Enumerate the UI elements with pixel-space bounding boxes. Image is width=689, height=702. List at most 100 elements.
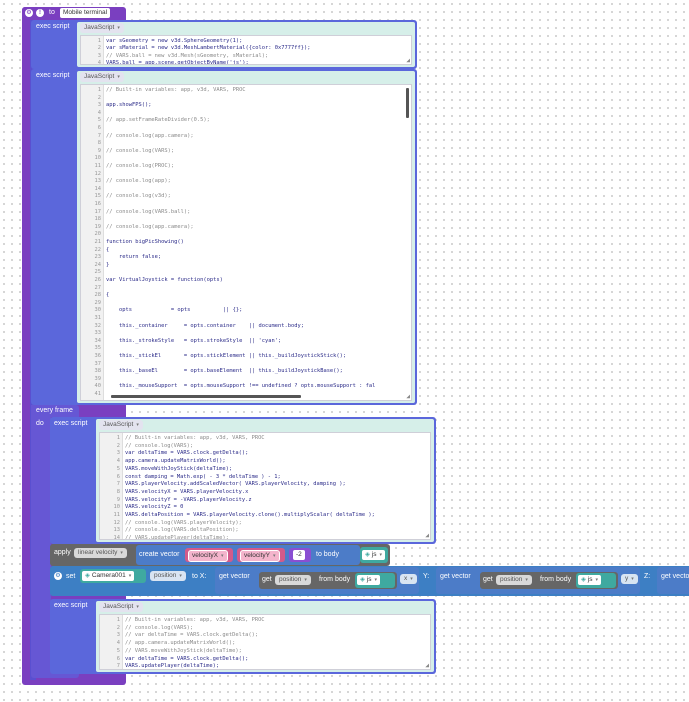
chevron-down-icon: ▾ [128, 573, 132, 579]
exec-script-block-1[interactable]: exec script JavaScript ▾ 1 var sGeometry =… [31, 20, 417, 69]
z-label: Z: [644, 573, 651, 580]
cube-icon: ◈ [85, 572, 90, 579]
set-position-block[interactable]: ⚙ set ◈ Camera001 ▾ position ▾ to X: get v… [50, 566, 689, 596]
apply-type-dropdown[interactable]: linear velocity ▾ [74, 548, 127, 558]
create-vector-label: create vector [139, 551, 180, 558]
exec-script-label: exec script [54, 602, 88, 609]
body-object-block[interactable]: ◈ js ▾ [360, 547, 388, 563]
cube-icon: ◈ [581, 576, 586, 583]
chevron-down-icon: ▾ [179, 573, 182, 579]
script-editor-container: JavaScript ▾ 1 var sGeometry = new v3d.Sph… [77, 22, 415, 67]
body-object-block[interactable]: ◈ js ▾ [355, 573, 395, 588]
resize-handle-icon[interactable]: ◢ [406, 393, 410, 400]
vertical-scrollbar[interactable] [406, 88, 409, 118]
body-object-value: js [587, 576, 593, 583]
from-body-label: from body [319, 576, 351, 583]
object-field[interactable]: ◈ Camera001 ▾ [82, 571, 135, 581]
get-vector-label: get vector [219, 573, 250, 580]
object-value: Camera001 [91, 572, 126, 579]
variable-y-field[interactable]: velocityY ▾ [240, 550, 280, 562]
language-label: JavaScript [84, 73, 115, 80]
code-line: 7 VARS.updatePlayer(deltaTime); [100, 662, 430, 669]
language-dropdown[interactable]: JavaScript ▾ [99, 602, 143, 612]
exec-script-block-2[interactable]: exec script JavaScript ▾ 1// Built-in var… [31, 69, 417, 405]
info-icon[interactable]: ! [36, 9, 44, 17]
apply-label: apply [54, 549, 71, 556]
code-editor[interactable]: 1// Built-in variables: app, v3d, VARS, … [99, 432, 431, 540]
chevron-down-icon: ▾ [374, 577, 378, 583]
settings-gear-icon[interactable]: ⚙ [25, 9, 33, 17]
chevron-down-icon: ▾ [273, 553, 276, 559]
number-block[interactable]: -2 [289, 548, 311, 562]
exec-script-label: exec script [54, 420, 88, 427]
chevron-down-icon: ▾ [117, 74, 120, 80]
get-property-value: position [500, 576, 523, 583]
gear-icon[interactable]: ⚙ [54, 572, 62, 580]
get-vector-z-block[interactable]: get vector [657, 567, 689, 594]
chevron-down-icon: ▾ [525, 577, 528, 583]
chevron-down-icon: ▾ [120, 550, 123, 556]
component-x-dropdown[interactable]: x ▾ [400, 574, 417, 584]
get-position-block[interactable]: get position ▾ from body ◈ js ▾ [480, 572, 618, 589]
horizontal-scrollbar[interactable] [111, 395, 301, 398]
get-label: get [262, 576, 272, 583]
component-y-value: y [625, 575, 629, 582]
language-label: JavaScript [103, 603, 134, 610]
get-vector-x-block[interactable]: get vector get position ▾ from body ◈ js ▾… [215, 567, 419, 594]
chevron-down-icon: ▾ [304, 577, 307, 583]
variable-x-field[interactable]: velocityX ▾ [188, 550, 228, 562]
component-y-dropdown[interactable]: y ▾ [621, 574, 638, 584]
exec-script-block-3[interactable]: exec script JavaScript ▾ 1// Built-in var… [50, 417, 436, 544]
line-text: VARS.ball = app.scene.getObjectByName('j… [106, 60, 249, 65]
language-dropdown[interactable]: JavaScript ▾ [99, 420, 143, 430]
get-vector-y-block[interactable]: get vector get position ▾ from body ◈ js ▾… [436, 567, 640, 594]
resize-handle-icon[interactable]: ◢ [425, 532, 429, 539]
get-position-block[interactable]: get position ▾ from body ◈ js ▾ [259, 572, 397, 589]
property-value: position [154, 572, 177, 579]
code-editor[interactable]: 1// Built-in variables: app, v3d, VARS, … [99, 614, 431, 670]
procedure-name-field[interactable]: Mobile terminal [60, 8, 111, 18]
y-label: Y: [423, 573, 430, 580]
language-dropdown[interactable]: JavaScript ▾ [80, 23, 124, 33]
cube-icon: ◈ [365, 551, 370, 558]
chevron-down-icon: ▾ [379, 552, 383, 558]
object-block[interactable]: ◈ Camera001 ▾ [80, 569, 146, 583]
chevron-down-icon: ▾ [631, 576, 634, 582]
every-frame-header[interactable]: every frame [31, 405, 79, 417]
create-vector-block[interactable]: create vector velocityX ▾ velocityY ▾ -2 t… [136, 545, 360, 565]
language-dropdown[interactable]: JavaScript ▾ [80, 72, 124, 82]
get-property-value: position [279, 576, 302, 583]
hat-block-header[interactable]: ⚙ ! to Mobile terminal [22, 7, 120, 20]
hat-to-label: to [49, 9, 55, 16]
chevron-down-icon: ▾ [221, 553, 224, 559]
code-editor[interactable]: 1 var sGeometry = new v3d.SphereGeometry(… [80, 35, 412, 65]
resize-handle-icon[interactable]: ◢ [406, 57, 410, 64]
line-text: // VARS.updatePlayer(deltaTime); [125, 535, 229, 540]
apply-velocity-block[interactable]: apply linear velocity ▾ create vector vel… [50, 544, 390, 566]
variable-y-block[interactable]: velocityY ▾ [237, 548, 285, 562]
number-field[interactable]: -2 [293, 550, 305, 560]
property-dropdown[interactable]: position ▾ [150, 571, 186, 581]
variable-x-block[interactable]: velocityX ▾ [185, 548, 233, 562]
body-object-field[interactable]: ◈ js ▾ [362, 550, 386, 560]
set-label: set [66, 573, 76, 580]
component-x-value: x [404, 575, 408, 582]
exec-script-label: exec script [36, 23, 70, 30]
body-object-field[interactable]: ◈ js ▾ [357, 575, 381, 585]
get-property-dropdown[interactable]: position ▾ [496, 575, 532, 585]
code-editor[interactable]: 1// Built-in variables: app, v3d, VARS, … [80, 84, 412, 401]
to-body-label: to body [316, 551, 339, 558]
code-line: 14 // VARS.updatePlayer(deltaTime); [100, 534, 430, 540]
every-frame-label: every frame [36, 407, 73, 414]
resize-handle-icon[interactable]: ◢ [425, 662, 429, 669]
chevron-down-icon: ▾ [136, 422, 139, 428]
get-property-dropdown[interactable]: position ▾ [275, 575, 311, 585]
body-object-block[interactable]: ◈ js ▾ [576, 573, 616, 588]
every-frame-block[interactable] [31, 405, 51, 675]
body-object-field[interactable]: ◈ js ▾ [578, 575, 602, 585]
language-label: JavaScript [103, 421, 134, 428]
exec-script-block-4[interactable]: exec script JavaScript ▾ 1// Built-in var… [50, 599, 436, 674]
chevron-down-icon: ▾ [117, 25, 120, 31]
body-object-value: js [366, 576, 372, 583]
variable-y-value: velocityY [244, 552, 271, 559]
